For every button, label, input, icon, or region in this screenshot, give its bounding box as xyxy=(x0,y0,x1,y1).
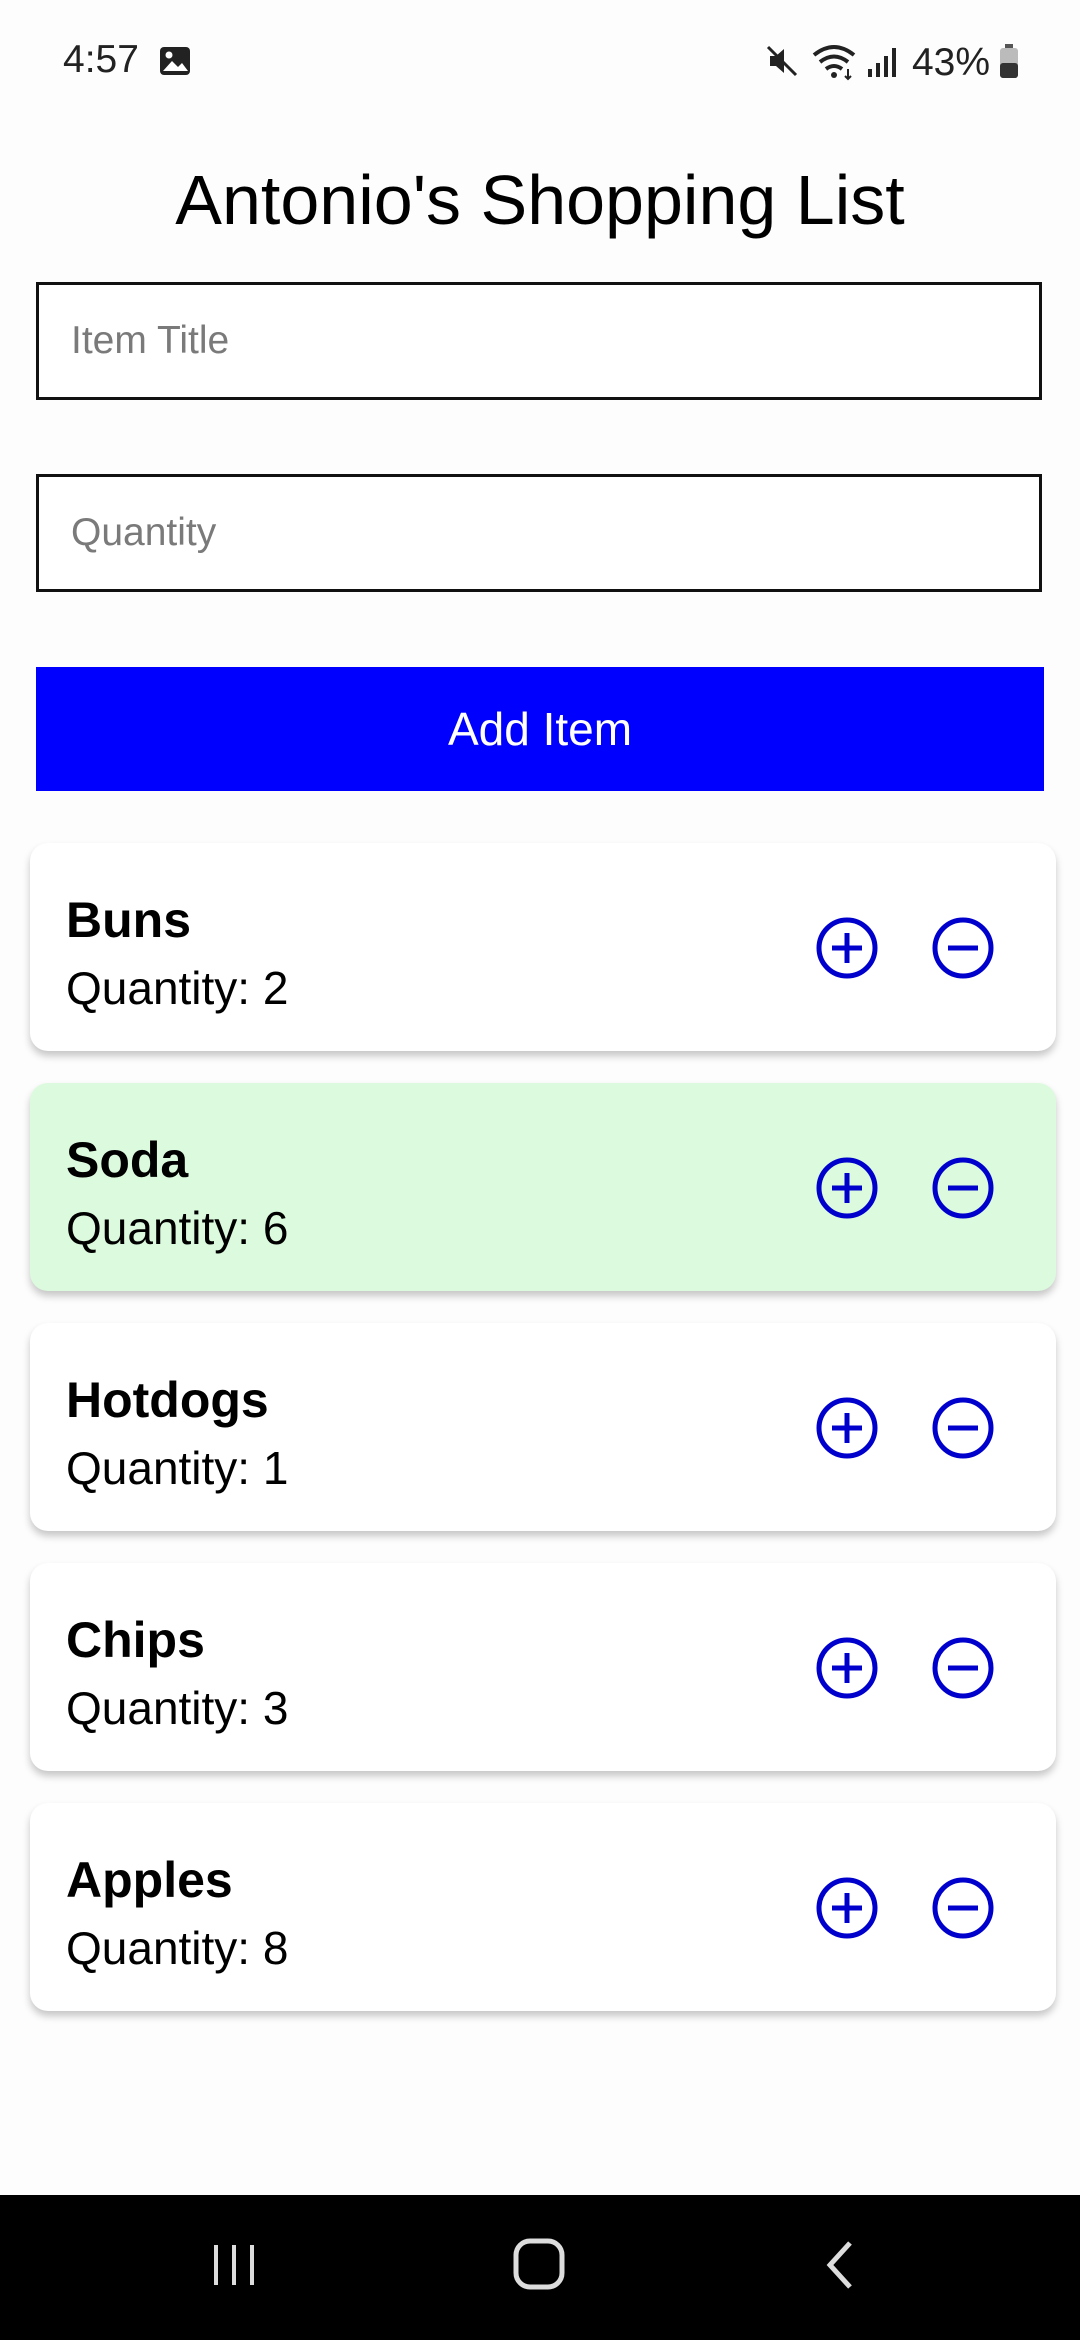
signal-icon xyxy=(866,43,900,84)
item-name: Chips xyxy=(66,1612,205,1668)
item-quantity: Quantity: 2 xyxy=(66,962,289,1014)
item-quantity: Quantity: 1 xyxy=(66,1442,289,1494)
increment-icon[interactable] xyxy=(815,1156,879,1220)
list-item: Hotdogs Quantity: 1 xyxy=(30,1323,1056,1531)
item-name: Soda xyxy=(66,1132,189,1188)
navigation-bar xyxy=(0,2195,1080,2340)
back-icon[interactable] xyxy=(820,2235,860,2300)
decrement-icon[interactable] xyxy=(931,916,995,980)
increment-icon[interactable] xyxy=(815,1396,879,1460)
item-title-input[interactable] xyxy=(69,318,1039,364)
page-title: Antonio's Shopping List xyxy=(175,161,905,239)
home-icon[interactable] xyxy=(510,2235,570,2300)
decrement-icon[interactable] xyxy=(931,1156,995,1220)
item-title-field[interactable] xyxy=(36,282,1042,400)
increment-icon[interactable] xyxy=(815,1636,879,1700)
status-bar: 4:57 43% xyxy=(0,0,1080,125)
item-quantity: Quantity: 6 xyxy=(66,1202,289,1254)
item-quantity: Quantity: 8 xyxy=(66,1922,289,1974)
mute-icon xyxy=(762,41,802,86)
increment-icon[interactable] xyxy=(815,1876,879,1940)
list-item: Chips Quantity: 3 xyxy=(30,1563,1056,1771)
decrement-icon[interactable] xyxy=(931,1876,995,1940)
item-quantity: Quantity: 3 xyxy=(66,1682,289,1734)
list-item: Soda Quantity: 6 xyxy=(30,1083,1056,1291)
image-icon xyxy=(158,45,192,82)
decrement-icon[interactable] xyxy=(931,1396,995,1460)
list-item: Buns Quantity: 2 xyxy=(30,843,1056,1051)
quantity-input[interactable] xyxy=(69,510,1039,556)
item-name: Apples xyxy=(66,1852,233,1908)
decrement-icon[interactable] xyxy=(931,1636,995,1700)
item-name: Buns xyxy=(66,892,191,948)
add-item-button[interactable]: Add Item xyxy=(36,667,1044,791)
wifi-icon xyxy=(810,41,858,86)
quantity-field[interactable] xyxy=(36,474,1042,592)
status-time: 4:57 xyxy=(63,38,139,81)
battery-percentage: 43% xyxy=(911,41,990,84)
list-item: Apples Quantity: 8 xyxy=(30,1803,1056,2011)
status-icons: 43% xyxy=(762,38,1020,88)
increment-icon[interactable] xyxy=(815,916,879,980)
battery-icon xyxy=(998,43,1020,84)
recents-icon[interactable] xyxy=(210,2235,260,2300)
item-name: Hotdogs xyxy=(66,1372,269,1428)
